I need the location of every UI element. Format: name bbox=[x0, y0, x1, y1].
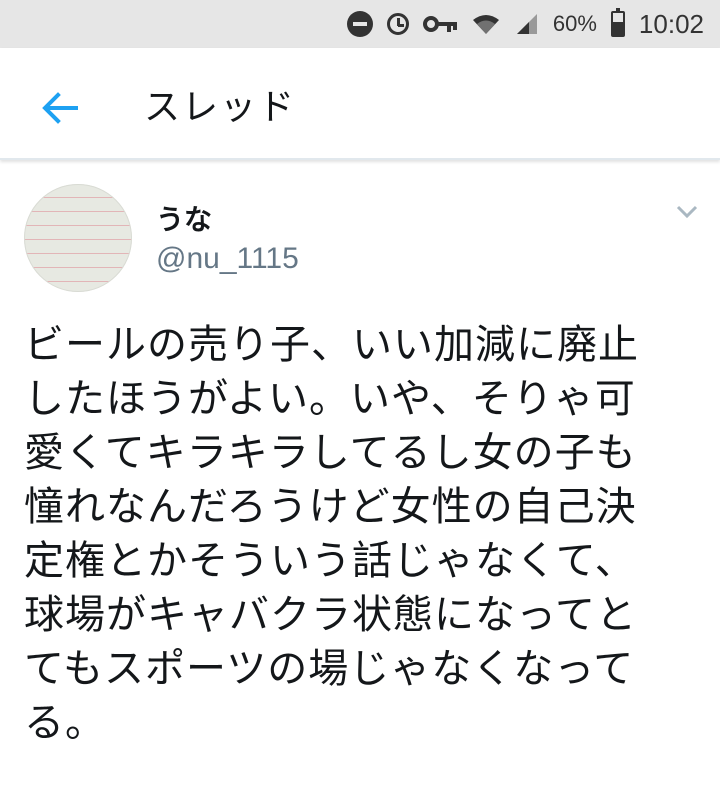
alarm-icon bbox=[386, 13, 409, 35]
tweet-text-line: てもスポーツの場じゃなくなって bbox=[24, 646, 635, 692]
battery-icon bbox=[610, 8, 625, 37]
battery-percent: 60% bbox=[552, 11, 597, 36]
back-button[interactable] bbox=[36, 84, 84, 132]
app-bar: スレッド bbox=[0, 48, 720, 160]
tweet-text-line: る。 bbox=[24, 700, 106, 746]
tweet-text: ビールの売り子、いい加減に廃止 したほうがよい。いや、そりゃ可 愛くてキラキラし… bbox=[24, 318, 704, 750]
do-not-disturb-icon bbox=[346, 11, 373, 37]
tweet-text-line: したほうがよい。いや、そりゃ可 bbox=[24, 376, 636, 422]
back-arrow-icon bbox=[42, 92, 78, 124]
tweet-text-line: 憧れなんだろうけど女性の自己決 bbox=[24, 484, 637, 530]
chevron-down-icon[interactable] bbox=[676, 204, 698, 220]
tweet-text-line: 定権とかそういう話じゃなくて、 bbox=[24, 538, 636, 584]
avatar[interactable] bbox=[24, 184, 132, 292]
wifi-icon bbox=[472, 15, 499, 34]
status-icons: 60% 10:02 bbox=[346, 8, 704, 40]
tweet-text-line: 愛くてキラキラしてるし女の子も bbox=[24, 430, 637, 476]
page-title: スレッド bbox=[144, 87, 297, 128]
vpn-key-icon bbox=[422, 14, 457, 34]
tweet-text-line: ビールの売り子、いい加減に廃止 bbox=[24, 322, 639, 368]
user-handle[interactable]: @nu_1115 bbox=[156, 242, 299, 276]
status-time: 10:02 bbox=[638, 8, 704, 39]
signal-icon bbox=[516, 14, 537, 34]
tweet-text-line: 球場がキャバクラ状態になってと bbox=[24, 592, 637, 638]
status-bar: 60% 10:02 bbox=[0, 0, 720, 48]
display-name[interactable]: うな bbox=[156, 198, 212, 238]
